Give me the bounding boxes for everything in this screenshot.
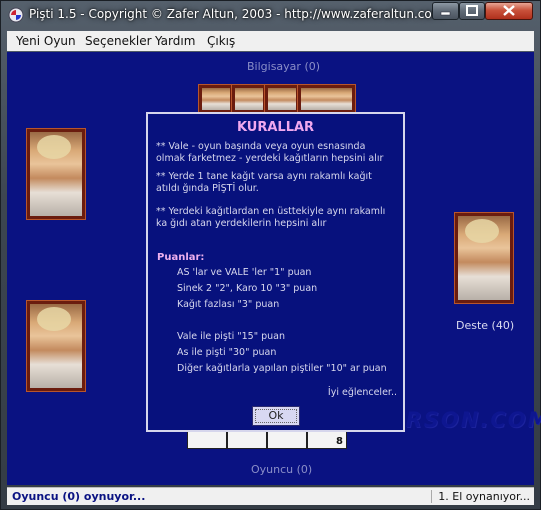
close-button[interactable]	[485, 2, 533, 20]
ok-button[interactable]: Ok	[252, 406, 300, 426]
menu-help[interactable]: Yardım	[155, 34, 195, 48]
rule-text: ** Vale - oyun başında veya oyun esnasın…	[156, 141, 384, 164]
minimize-button[interactable]	[432, 2, 459, 20]
rule-text: ** Yerde 1 tane kağıt varsa aynı rakamlı…	[156, 171, 372, 194]
title-bar[interactable]: Pişti 1.5 - Copyright © Zafer Altun, 200…	[1, 1, 540, 29]
points-item: Sinek 2 "2", Karo 10 "3" puan	[177, 283, 318, 294]
app-icon	[8, 7, 24, 23]
menu-exit[interactable]: Çıkış	[207, 34, 235, 48]
farewell-text: İyi eğlenceler..	[327, 387, 397, 398]
rules-dialog: KURALLAR ** Vale - oyun başında veya oyu…	[146, 112, 405, 432]
maximize-button[interactable]	[459, 2, 485, 20]
computer-label: Bilgisayar (0)	[247, 60, 321, 73]
computer-card	[264, 84, 300, 114]
menu-options[interactable]: Seçenekler	[85, 34, 152, 48]
window-title: Pişti 1.5 - Copyright © Zafer Altun, 200…	[29, 7, 444, 21]
computer-card	[198, 84, 234, 114]
close-icon	[503, 5, 515, 16]
points-item: As ile pişti "30" puan	[177, 347, 277, 358]
table-card	[26, 128, 86, 220]
app-window: Pişti 1.5 - Copyright © Zafer Altun, 200…	[0, 0, 541, 510]
points-item: Vale ile pişti "15" puan	[177, 331, 285, 342]
deck-card	[454, 212, 514, 304]
status-round: 1. El oynanıyor...	[431, 490, 530, 503]
menu-new-game[interactable]: Yeni Oyun	[16, 34, 76, 48]
minimize-icon	[440, 11, 451, 16]
table-card	[26, 300, 86, 392]
rule-text: ** Yerdeki kağıtlardan en üsttekiyle ayn…	[156, 206, 386, 229]
points-item: Diğer kağıtlarla yapılan piştiler "10" a…	[177, 363, 387, 374]
points-item: Kağıt fazlası "3" puan	[177, 299, 280, 310]
maximize-icon	[466, 5, 478, 16]
menu-bar: Yeni Oyun Seçenekler Yardım Çıkış	[7, 31, 534, 51]
dialog-title: KURALLAR	[236, 120, 315, 135]
points-item: AS 'lar ve VALE 'ler "1" puan	[177, 267, 312, 278]
status-turn: Oyuncu (0) oynuyor...	[12, 490, 146, 503]
points-heading: Puanlar:	[157, 252, 205, 263]
computer-card	[231, 84, 267, 114]
status-bar: Oyuncu (0) oynuyor... 1. El oynanıyor...	[7, 487, 534, 505]
player-label: Oyuncu (0)	[251, 463, 313, 476]
computer-card	[297, 84, 356, 114]
deck-label: Deste (40)	[456, 319, 515, 332]
